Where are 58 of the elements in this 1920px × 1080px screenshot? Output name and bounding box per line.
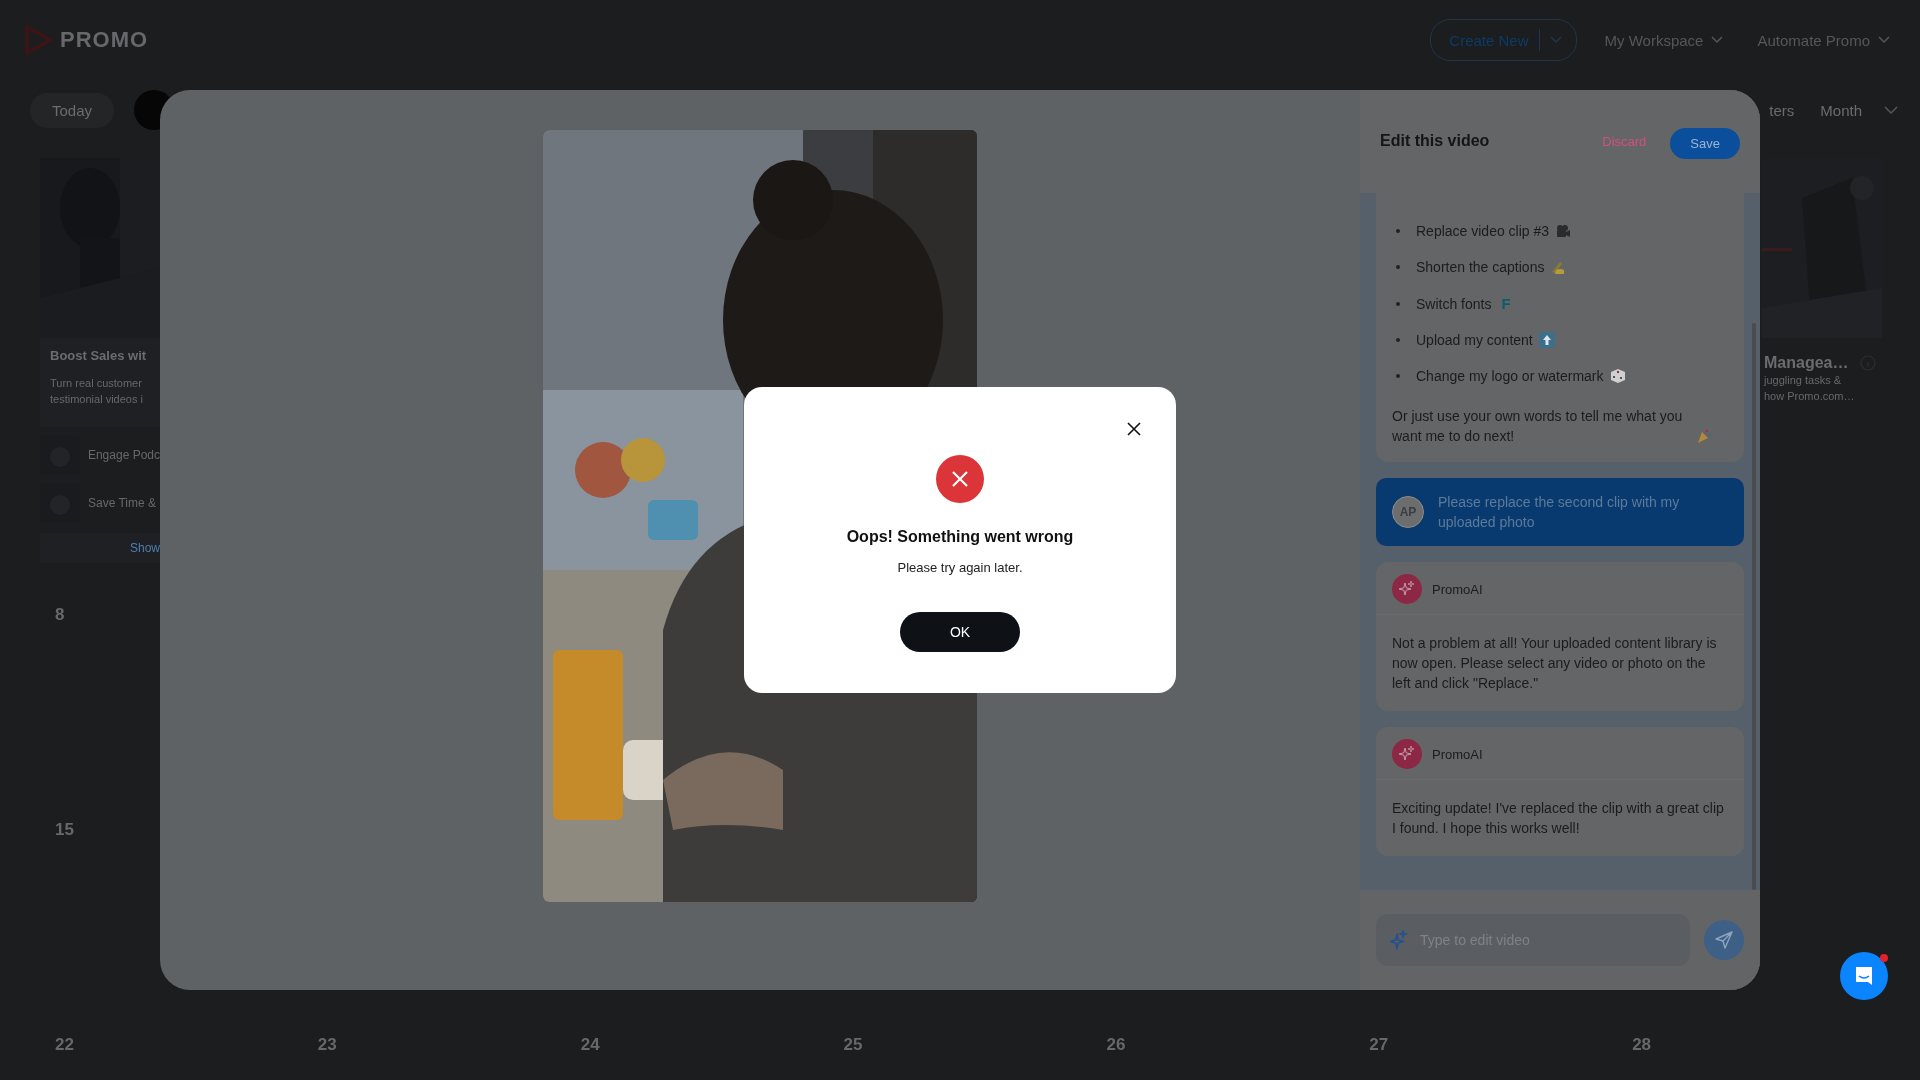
panel-title: Edit this video: [1380, 131, 1490, 150]
message-text: Please replace the second clip with my uploaded photo: [1438, 493, 1681, 532]
party-popper-icon: [1696, 428, 1712, 444]
suggestion-text: Upload my content: [1416, 332, 1533, 348]
notification-dot: [1880, 954, 1888, 962]
video-title[interactable]: Save Time &: [88, 496, 157, 510]
day-number: 28: [1632, 1035, 1652, 1054]
day-number: 25: [843, 1035, 863, 1054]
day-number: 24: [580, 1035, 600, 1054]
logo-icon: [24, 25, 52, 55]
menu-dropdown[interactable]: Automate Promo: [1751, 30, 1896, 50]
day-number: 26: [1106, 1035, 1126, 1054]
day-number: 23: [317, 1035, 337, 1054]
day-number: 27: [1369, 1035, 1389, 1054]
sparkle-icon: [1390, 930, 1408, 950]
message-text: Or just use your own words to tell me what you want me to do next!: [1392, 407, 1684, 446]
caret-icon[interactable]: [1549, 36, 1562, 44]
close-icon[interactable]: [1126, 421, 1142, 437]
card-title: Managea…: [1764, 354, 1849, 372]
day-number: 8: [55, 605, 65, 624]
dialog-message: Please try again later.: [897, 560, 1023, 575]
writing-hand-icon: [1550, 259, 1567, 275]
sender-name: PromoAI: [1432, 746, 1483, 762]
sender-name: PromoAI: [1432, 581, 1483, 597]
view-dropdown[interactable]: Month: [1814, 100, 1904, 120]
send-button[interactable]: [1704, 920, 1744, 960]
card-description: how Promo.com…: [1764, 389, 1856, 404]
caret-icon: [1711, 36, 1724, 44]
send-icon: [1714, 930, 1734, 950]
filters-button[interactable]: ters: [1763, 100, 1801, 120]
save-button[interactable]: Save: [1670, 128, 1740, 159]
dice-icon: [1609, 368, 1626, 384]
video-title[interactable]: Engage Podc: [87, 448, 160, 462]
caret-icon: [1884, 105, 1898, 115]
message-text: Not a problem at all! Your uploaded content library is now open. Please select any video or photo on the left and click "Replace.": [1392, 635, 1717, 691]
suggestion-text: Shorten the captions: [1416, 259, 1545, 275]
font-letter: F: [1501, 295, 1511, 312]
card-title: Boost Sales wit: [50, 348, 148, 363]
card-description: juggling tasks &: [1764, 373, 1843, 388]
video-camera-icon: [1555, 224, 1572, 238]
suggestion-text: Replace video clip #3: [1416, 223, 1550, 239]
suggestion-text: Change my logo or watermark: [1416, 368, 1604, 384]
sparkle-avatar-icon: [1392, 574, 1422, 604]
card-description: Turn real customer: [50, 376, 143, 391]
day-number: 15: [55, 820, 74, 839]
chat-launcher-button[interactable]: [1840, 952, 1888, 1000]
menu-dropdown[interactable]: My Workspace: [1598, 30, 1730, 50]
dialog-title: Oops! Something went wrong: [846, 528, 1074, 546]
show-more-button[interactable]: Show: [40, 533, 160, 563]
logo-text: PROMO: [60, 27, 149, 53]
today-button[interactable]: Today: [30, 92, 115, 128]
error-icon: [936, 455, 984, 503]
day-number: 22: [55, 1035, 74, 1054]
ok-button[interactable]: OK: [900, 612, 1020, 652]
sparkle-avatar-icon: [1392, 739, 1422, 769]
card-description: testimonial videos i: [50, 392, 144, 407]
caret-icon: [1878, 36, 1890, 44]
suggestion-text: Switch fonts: [1416, 295, 1492, 312]
